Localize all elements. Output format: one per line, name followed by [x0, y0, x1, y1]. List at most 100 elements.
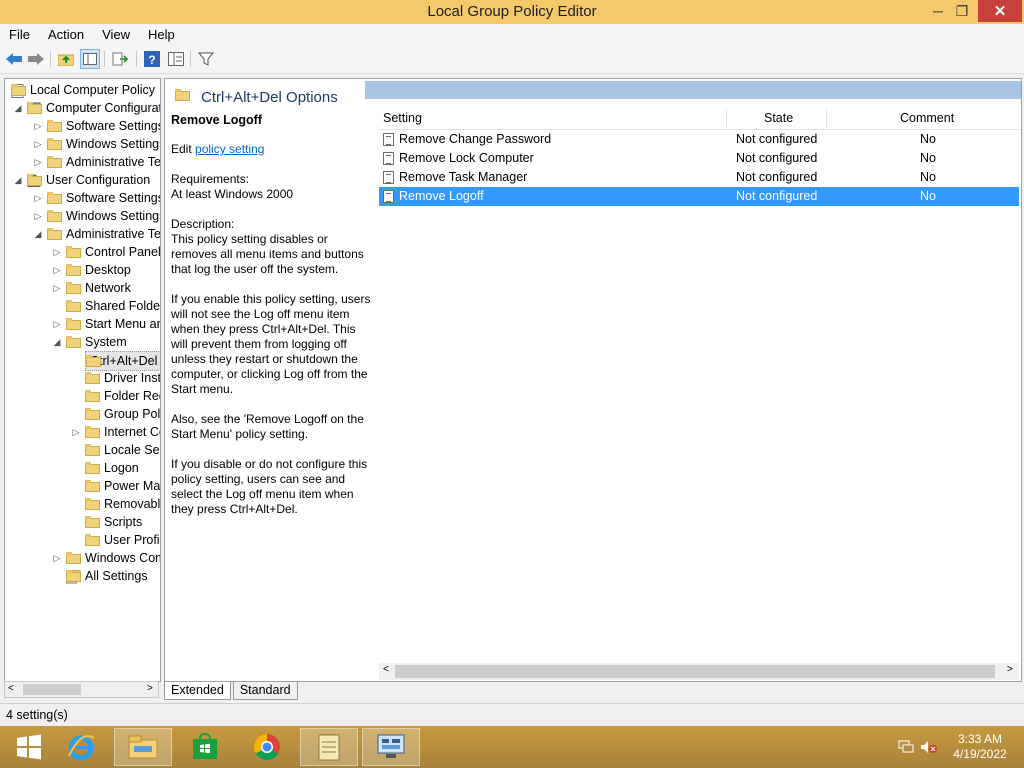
- column-comment[interactable]: Comment: [900, 111, 954, 125]
- export-list-icon[interactable]: [110, 49, 130, 69]
- notepad-icon[interactable]: [300, 728, 358, 766]
- collapsed-arrow-icon[interactable]: ▷: [33, 211, 43, 222]
- folder-icon: [85, 480, 100, 492]
- show-tree-icon[interactable]: [80, 49, 100, 69]
- tree-item-user-profiles[interactable]: User Profiles: [85, 531, 160, 549]
- status-text: 4 setting(s): [6, 708, 68, 722]
- tree-item-internet-communication[interactable]: ▷ Internet Communication Management: [71, 423, 160, 441]
- up-folder-icon[interactable]: [56, 49, 76, 69]
- volume-muted-icon[interactable]: [920, 740, 938, 757]
- tree-item-scripts[interactable]: Scripts: [85, 513, 142, 531]
- collapsed-arrow-icon[interactable]: ▷: [52, 553, 62, 564]
- folder-icon: [47, 192, 62, 204]
- maximize-button[interactable]: ❐: [950, 0, 974, 22]
- menu-help[interactable]: Help: [139, 24, 184, 44]
- user-icon: [26, 174, 42, 188]
- tree-item-user-software-settings[interactable]: ▷ Software Settings: [33, 189, 160, 207]
- close-button[interactable]: ✕: [978, 0, 1022, 22]
- scroll-right-arrow-icon[interactable]: >: [147, 683, 153, 694]
- tree-item-folder-redirection[interactable]: Folder Redirection: [85, 387, 160, 405]
- tree-item-ctrl-alt-del-options[interactable]: Ctrl+Alt+Del Options: [85, 351, 160, 371]
- internet-explorer-icon[interactable]: [52, 728, 110, 766]
- clock-date: 4/19/2022: [953, 747, 1007, 761]
- network-icon[interactable]: [898, 740, 914, 757]
- tree-item-windows-settings[interactable]: ▷ Windows Settings: [33, 135, 160, 153]
- folder-icon: [85, 426, 100, 438]
- tree-item-control-panel[interactable]: ▷ Control Panel: [52, 243, 160, 261]
- file-explorer-icon[interactable]: [114, 728, 172, 766]
- tree-item-computer-configuration[interactable]: ◢ Computer Configuration: [13, 99, 160, 117]
- table-row[interactable]: Remove Lock Computer Not configured No: [379, 149, 1019, 168]
- collapsed-arrow-icon[interactable]: ▷: [33, 193, 43, 204]
- view-tabs: Extended Standard: [164, 682, 300, 700]
- help-icon[interactable]: ?: [142, 49, 162, 69]
- table-row[interactable]: Remove Change Password Not configured No: [379, 130, 1019, 149]
- expanded-arrow-icon[interactable]: ◢: [33, 229, 43, 240]
- menu-view[interactable]: View: [93, 24, 139, 44]
- folder-icon: [66, 246, 81, 258]
- tree-item-removable-storage[interactable]: Removable Storage Access: [85, 495, 160, 513]
- tree-item-group-policy[interactable]: Group Policy: [85, 405, 160, 423]
- description-paragraph: If you disable or do not configure this …: [171, 457, 368, 516]
- tree-item-shared-folders[interactable]: Shared Folders: [52, 297, 160, 315]
- tree-item-user-configuration[interactable]: ◢ User Configuration: [13, 171, 150, 189]
- back-icon[interactable]: [4, 49, 24, 69]
- scroll-left-arrow-icon[interactable]: <: [8, 683, 14, 694]
- column-state[interactable]: State: [764, 111, 793, 125]
- collapsed-arrow-icon[interactable]: ▷: [33, 121, 43, 132]
- menu-file[interactable]: File: [0, 24, 39, 44]
- tree-item-driver-installation[interactable]: Driver Installation: [85, 369, 160, 387]
- tree-item-power-management[interactable]: Power Management: [85, 477, 160, 495]
- forward-icon[interactable]: [26, 49, 46, 69]
- policy-setting-icon: [383, 133, 394, 146]
- collapsed-arrow-icon[interactable]: ▷: [52, 283, 62, 294]
- tree-item-locale-services[interactable]: Locale Services: [85, 441, 160, 459]
- expanded-arrow-icon[interactable]: ◢: [13, 103, 23, 114]
- description-paragraph: If you enable this policy setting, users…: [171, 292, 371, 396]
- tab-standard[interactable]: Standard: [232, 682, 298, 700]
- edit-policy-link[interactable]: policy setting: [195, 142, 264, 156]
- scroll-left-arrow-icon[interactable]: <: [383, 664, 389, 675]
- menu-action[interactable]: Action: [39, 24, 93, 44]
- properties-icon[interactable]: [166, 49, 186, 69]
- collapsed-arrow-icon[interactable]: ▷: [52, 247, 62, 258]
- collapsed-arrow-icon[interactable]: ▷: [52, 319, 62, 330]
- minimize-button[interactable]: ─: [926, 0, 950, 22]
- folder-icon: [85, 516, 100, 528]
- tree-item-all-settings[interactable]: All Settings: [66, 567, 148, 585]
- column-setting[interactable]: Setting: [383, 111, 422, 125]
- edit-line: Edit policy setting: [171, 142, 265, 156]
- table-row-selected[interactable]: Remove Logoff Not configured No: [379, 187, 1019, 206]
- filter-icon[interactable]: [196, 49, 216, 69]
- clock[interactable]: 3:33 AM 4/19/2022: [940, 732, 1020, 762]
- tree-item-logon[interactable]: Logon: [85, 459, 139, 477]
- collapsed-arrow-icon[interactable]: ▷: [33, 157, 43, 168]
- list-horizontal-scrollbar[interactable]: < >: [379, 663, 1019, 680]
- table-row[interactable]: Remove Task Manager Not configured No: [379, 168, 1019, 187]
- tree-item-start-menu[interactable]: ▷ Start Menu and Taskbar: [52, 315, 160, 333]
- expanded-arrow-icon[interactable]: ◢: [52, 337, 62, 348]
- folder-icon: [66, 336, 81, 348]
- collapsed-arrow-icon[interactable]: ▷: [71, 427, 81, 438]
- collapsed-arrow-icon[interactable]: ▷: [33, 139, 43, 150]
- tree-item-windows-components[interactable]: ▷ Windows Components: [52, 549, 160, 567]
- chrome-icon[interactable]: [238, 728, 296, 766]
- tree-item-user-windows-settings[interactable]: ▷ Windows Settings: [33, 207, 160, 225]
- tree-item-network[interactable]: ▷ Network: [52, 279, 131, 297]
- start-windows-icon[interactable]: [0, 728, 58, 766]
- scroll-right-arrow-icon[interactable]: >: [1007, 664, 1013, 675]
- tree-item-user-administrative-templates[interactable]: ◢ Administrative Templates: [33, 225, 160, 243]
- tree-item-software-settings[interactable]: ▷ Software Settings: [33, 117, 160, 135]
- expanded-arrow-icon[interactable]: ◢: [13, 175, 23, 186]
- tab-extended[interactable]: Extended: [164, 682, 231, 700]
- collapsed-arrow-icon[interactable]: ▷: [52, 265, 62, 276]
- store-icon[interactable]: [176, 728, 234, 766]
- scrollbar-thumb[interactable]: [23, 684, 81, 695]
- group-policy-editor-icon[interactable]: [362, 728, 420, 766]
- tree-item-system[interactable]: ◢ System: [52, 333, 127, 351]
- scrollbar-thumb[interactable]: [395, 665, 995, 678]
- tree-item-administrative-templates[interactable]: ▷ Administrative Templates: [33, 153, 160, 171]
- tree-item-desktop[interactable]: ▷ Desktop: [52, 261, 131, 279]
- tree-horizontal-scrollbar[interactable]: < >: [4, 681, 159, 698]
- tree-item-local-computer-policy[interactable]: Local Computer Policy: [11, 81, 155, 99]
